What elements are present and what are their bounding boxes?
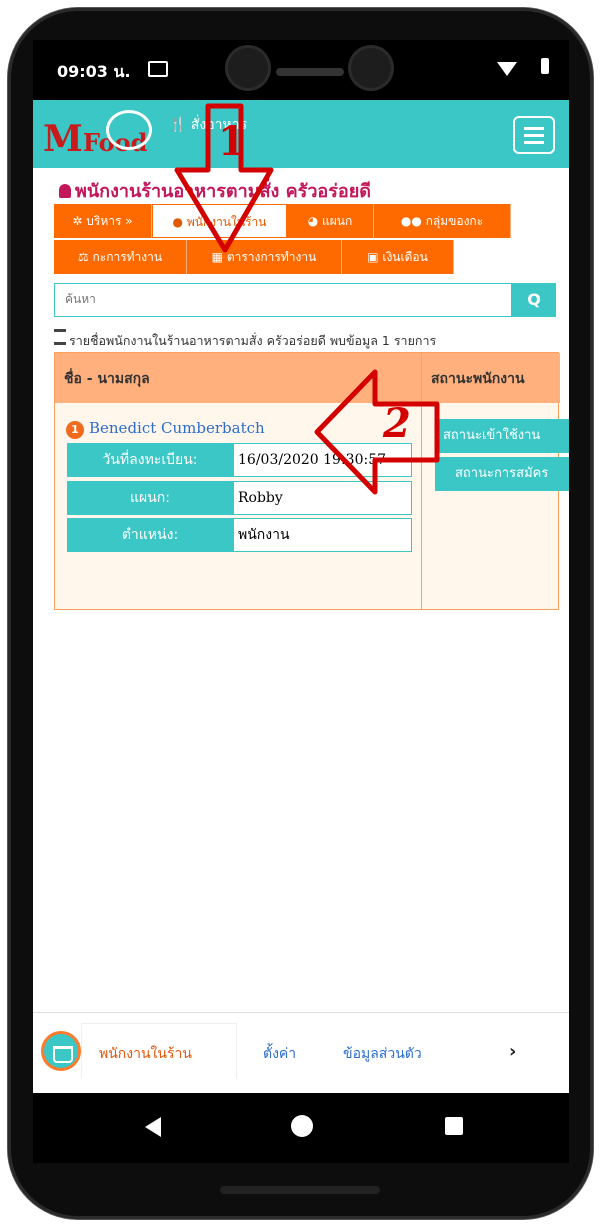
chevron-right-icon[interactable]: › bbox=[509, 1041, 516, 1062]
annotation-arrow-left bbox=[314, 369, 440, 495]
search-box bbox=[54, 283, 512, 317]
search-icon: Q bbox=[527, 290, 541, 309]
detail-value: พนักงาน bbox=[233, 518, 412, 552]
bottom-nav-profile[interactable]: ข้อมูลส่วนตัว bbox=[343, 1043, 422, 1065]
tab-label: กลุ่มของกะ bbox=[425, 214, 484, 228]
message-icon bbox=[148, 61, 168, 77]
app-bar: MFood 🍴 สั่งอาหาร bbox=[33, 100, 569, 168]
detail-position: ตำแหน่ง: พนักงาน bbox=[67, 518, 412, 552]
bottom-nav-employees[interactable]: พนักงานในร้าน bbox=[99, 1043, 192, 1065]
status-time: 09:03 น. bbox=[57, 62, 131, 81]
logo-m: M bbox=[43, 118, 83, 160]
application-status-button[interactable]: สถานะการสมัคร bbox=[435, 457, 569, 491]
balance-scale-icon: ⚖ bbox=[77, 250, 93, 264]
tab-label: เงินเดือน bbox=[382, 250, 428, 264]
row-number-badge: 1 bbox=[66, 421, 84, 439]
tab-label: บริหาร » bbox=[86, 214, 133, 228]
tab-salary[interactable]: ▣ เงินเดือน bbox=[342, 240, 454, 274]
tab-label: แผนก bbox=[322, 214, 353, 228]
tab-department[interactable]: ◕ แผนก bbox=[287, 204, 374, 238]
user-icon bbox=[59, 184, 71, 198]
detail-label: แผนก: bbox=[67, 481, 233, 515]
hamburger-menu-button[interactable] bbox=[513, 116, 555, 154]
recent-apps-icon[interactable] bbox=[445, 1117, 463, 1135]
money-icon: ▣ bbox=[367, 250, 383, 264]
table-header: ชื่อ - นามสกุล สถานะพนักงาน bbox=[55, 353, 560, 403]
speaker-icon bbox=[276, 68, 344, 76]
app-screen: MFood 🍴 สั่งอาหาร พนักงานร้านอาหารตามสั่… bbox=[33, 100, 569, 1120]
wifi-icon bbox=[497, 62, 517, 76]
list-info: รายชื่อพนักงานในร้านอาหารตามสั่ง ครัวอร่… bbox=[54, 329, 436, 351]
column-header-status: สถานะพนักงาน bbox=[431, 371, 525, 387]
home-icon[interactable] bbox=[291, 1115, 313, 1137]
annotation-number-1: 1 bbox=[218, 118, 246, 165]
list-info-text: รายชื่อพนักงานในร้านอาหารตามสั่ง ครัวอร่… bbox=[69, 333, 437, 348]
pie-chart-icon: ◕ bbox=[307, 214, 323, 228]
camera-icon bbox=[351, 48, 391, 88]
list-icon bbox=[54, 329, 66, 345]
hamburger-line bbox=[524, 141, 544, 144]
back-icon[interactable] bbox=[145, 1117, 161, 1137]
tab-shift-groups[interactable]: ●● กลุ่มของกะ bbox=[374, 204, 511, 238]
bottom-nav: พนักงานในร้าน ตั้งค่า ข้อมูลส่วนตัว › bbox=[33, 1012, 569, 1091]
camera-icon bbox=[228, 48, 268, 88]
detail-label: วันที่ลงทะเบียน: bbox=[67, 443, 233, 477]
hamburger-line bbox=[524, 134, 544, 137]
battery-icon bbox=[541, 58, 549, 74]
users-icon: ●● bbox=[400, 214, 426, 228]
search-input[interactable] bbox=[63, 291, 487, 307]
system-nav-bar bbox=[33, 1093, 569, 1163]
basket-button[interactable] bbox=[41, 1031, 81, 1071]
bottom-nav-settings[interactable]: ตั้งค่า bbox=[263, 1043, 296, 1065]
employee-table: ชื่อ - นามสกุล สถานะพนักงาน 1 Benedict C… bbox=[54, 352, 569, 610]
hamburger-line bbox=[524, 127, 544, 130]
annotation-number-2: 2 bbox=[383, 400, 411, 447]
cog-icon: ✲ bbox=[72, 214, 87, 228]
logo-ring-icon bbox=[106, 110, 152, 150]
column-header-name: ชื่อ - นามสกุล bbox=[64, 371, 150, 387]
status-bar: 09:03 น. bbox=[33, 40, 569, 100]
tab-label: กะการทำงาน bbox=[92, 250, 163, 264]
access-status-button[interactable]: สถานะเข้าใช้งาน bbox=[435, 419, 569, 453]
tab-admin[interactable]: ✲ บริหาร » bbox=[54, 204, 152, 238]
employee-name-link[interactable]: Benedict Cumberbatch bbox=[89, 419, 265, 437]
search-button[interactable]: Q bbox=[512, 283, 556, 317]
phone-chin-speaker bbox=[220, 1186, 380, 1194]
basket-icon bbox=[53, 1046, 73, 1063]
detail-label: ตำแหน่ง: bbox=[67, 518, 233, 552]
